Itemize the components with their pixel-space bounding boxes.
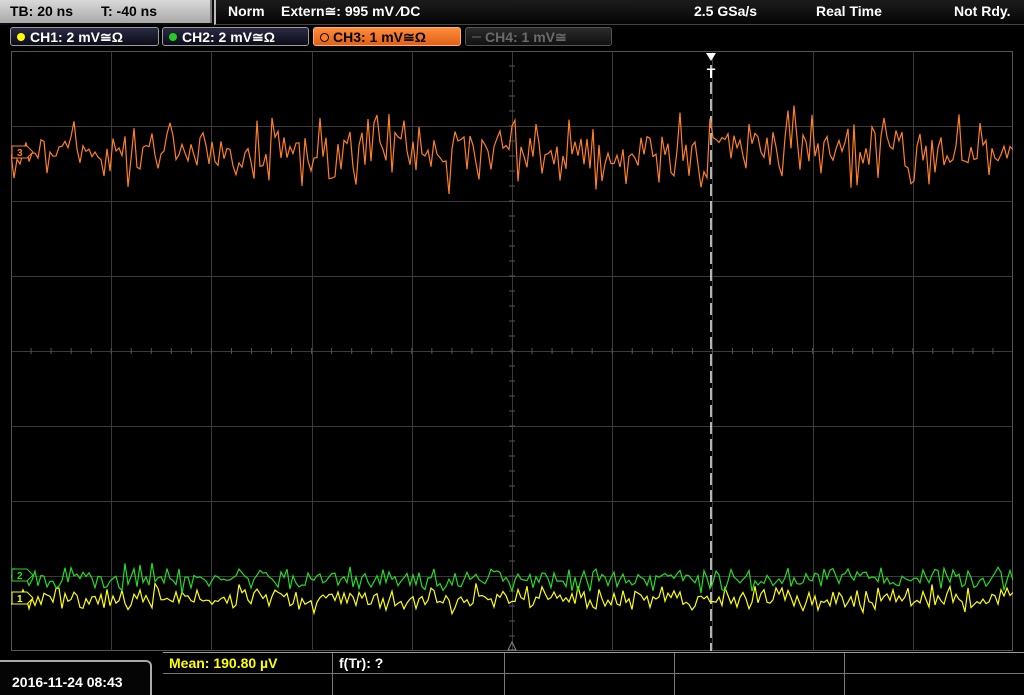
timebase-value: TB: 20 ns bbox=[10, 3, 74, 19]
ch1-label: CH1: 2 mV≅Ω bbox=[30, 29, 123, 45]
acquisition-state: Not Rdy. bbox=[954, 3, 1011, 19]
graticule bbox=[10, 50, 1014, 652]
waveform-display[interactable]: T 3 2 1 bbox=[10, 50, 1014, 652]
trigger-source[interactable]: Extern≅: 995 mV ⁄DC bbox=[281, 3, 420, 20]
measurement-empty-8[interactable] bbox=[505, 674, 675, 695]
waveform-svg: T 3 2 1 bbox=[10, 50, 1014, 652]
ch3-marker[interactable]: 3 bbox=[11, 145, 34, 159]
mean-value: Mean: 190.80 µV bbox=[169, 655, 278, 671]
channel-tab-ch2[interactable]: CH2: 2 mV≅Ω bbox=[162, 27, 309, 46]
trigger-label: T bbox=[707, 65, 716, 81]
trigger-offset-value: T: -40 ns bbox=[101, 3, 158, 19]
date-time: 2016-11-24 08:43 bbox=[12, 674, 123, 690]
timebase-box[interactable]: TB: 20 ns T: -40 ns bbox=[0, 0, 212, 23]
channel-tab-ch4[interactable]: CH4: 1 mV≅ bbox=[465, 27, 612, 46]
measurement-mean[interactable]: Mean: 190.80 µV bbox=[163, 653, 333, 674]
top-bar: TB: 20 ns T: -40 ns Norm Extern≅: 995 mV… bbox=[0, 0, 1024, 25]
acquisition-mode: Real Time bbox=[816, 3, 882, 19]
channel-tab-ch1[interactable]: CH1: 2 mV≅Ω bbox=[10, 27, 159, 46]
measurement-empty-4[interactable] bbox=[675, 653, 845, 674]
channel-tab-ch3[interactable]: CH3: 1 mV≅Ω bbox=[313, 27, 461, 46]
date-time-box: 2016-11-24 08:43 bbox=[0, 660, 152, 695]
freq-value: f(Tr): ? bbox=[339, 655, 384, 671]
ch3-marker-label: 3 bbox=[17, 148, 23, 159]
measurement-empty-5[interactable] bbox=[845, 653, 1024, 674]
measurement-empty-3[interactable] bbox=[505, 653, 675, 674]
measurement-freq[interactable]: f(Tr): ? bbox=[333, 653, 505, 674]
measurement-empty-7[interactable] bbox=[333, 674, 505, 695]
ch1-color-dot bbox=[17, 33, 25, 41]
trigger-mode[interactable]: Norm bbox=[228, 3, 265, 19]
measurement-empty-6[interactable] bbox=[163, 674, 333, 695]
ch2-label: CH2: 2 mV≅Ω bbox=[182, 29, 275, 45]
ch2-color-dot bbox=[169, 33, 177, 41]
status-bar: Norm Extern≅: 995 mV ⁄DC 2.5 GSa/s Real … bbox=[214, 0, 1024, 25]
ch2-marker-label: 2 bbox=[17, 571, 23, 582]
ch4-color-dot bbox=[472, 36, 481, 38]
ch1-marker[interactable]: 1 bbox=[11, 591, 34, 605]
measurement-empty-10[interactable] bbox=[845, 674, 1024, 695]
ch1-marker-label: 1 bbox=[17, 594, 23, 605]
ch4-label: CH4: 1 mV≅ bbox=[485, 29, 567, 45]
channel-tabs: CH1: 2 mV≅Ω CH2: 2 mV≅Ω CH3: 1 mV≅Ω CH4:… bbox=[0, 26, 1024, 48]
bottom-bar: 2016-11-24 08:43 Mean: 190.80 µV f(Tr): … bbox=[0, 652, 1024, 695]
measurement-empty-9[interactable] bbox=[675, 674, 845, 695]
channel-markers[interactable]: 3 2 1 bbox=[11, 145, 34, 605]
ch2-marker[interactable]: 2 bbox=[11, 568, 34, 582]
ch3-color-dot bbox=[320, 33, 329, 42]
measurement-table[interactable]: Mean: 190.80 µV f(Tr): ? bbox=[163, 652, 1024, 695]
sample-rate: 2.5 GSa/s bbox=[694, 3, 758, 19]
ch3-label: CH3: 1 mV≅Ω bbox=[333, 29, 426, 45]
trigger-arrow-icon bbox=[706, 53, 716, 61]
